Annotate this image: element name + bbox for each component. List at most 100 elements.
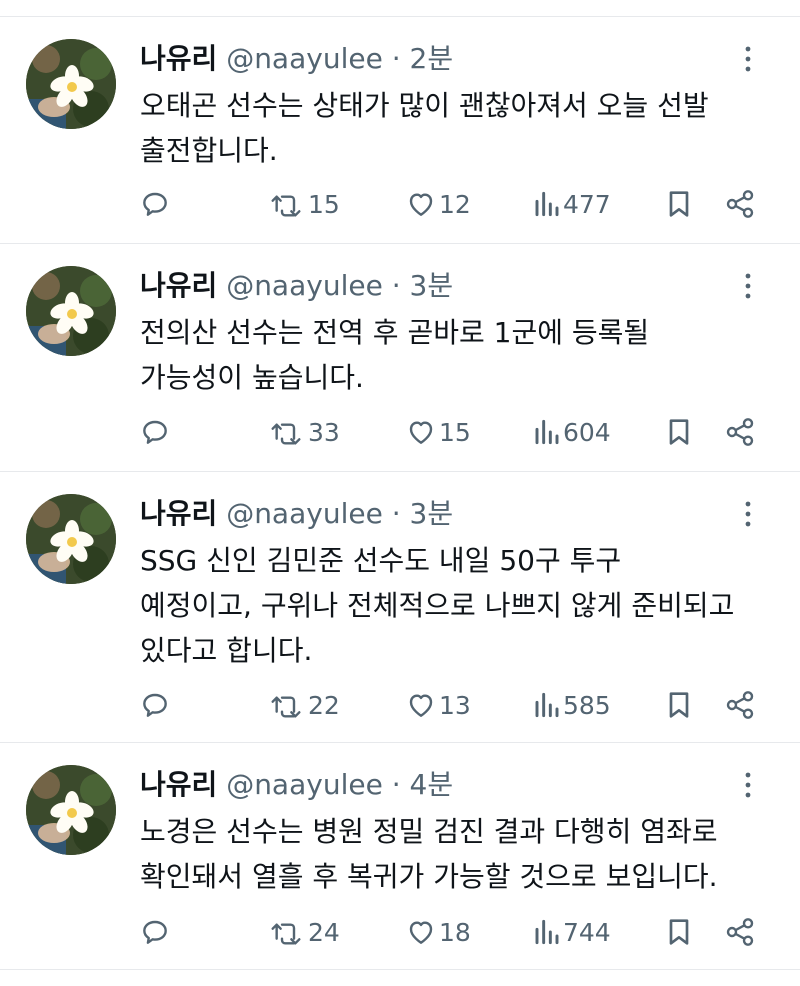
separator-dot: ·: [391, 768, 401, 801]
bookmark-button[interactable]: [664, 683, 694, 727]
more-icon[interactable]: [740, 494, 756, 534]
display-name[interactable]: 나유리: [140, 768, 217, 801]
timestamp[interactable]: 3분: [410, 269, 454, 302]
views-count: 604: [563, 417, 611, 447]
tweet-header: 나유리 @naayulee · 2분: [140, 41, 453, 77]
separator-dot: ·: [391, 269, 401, 302]
like-button[interactable]: 13: [405, 683, 471, 727]
like-button[interactable]: 18: [405, 910, 471, 954]
bookmark-button[interactable]: [664, 910, 694, 954]
retweet-count: 22: [308, 690, 340, 720]
views-icon: [535, 419, 559, 445]
tweet-header: 나유리 @naayulee · 3분: [140, 268, 453, 304]
views-icon: [535, 692, 559, 718]
like-button[interactable]: 12: [405, 182, 471, 226]
share-icon: [726, 918, 754, 946]
like-count: 13: [439, 690, 471, 720]
more-icon[interactable]: [740, 765, 756, 805]
flower-avatar-image: [26, 266, 116, 356]
tweet-text: 오태곤 선수는 상태가 많이 괜찮아져서 오늘 선발 출전합니다.: [140, 89, 709, 167]
bookmark-icon: [669, 692, 689, 718]
divider: [0, 969, 800, 970]
timestamp[interactable]: 4분: [410, 768, 454, 801]
tweet-header: 나유리 @naayulee · 4분: [140, 767, 453, 803]
display-name[interactable]: 나유리: [140, 42, 217, 75]
reply-icon: [143, 420, 167, 444]
views-button[interactable]: 604: [533, 410, 611, 454]
tweet-text: 전의산 선수는 전역 후 곧바로 1군에 등록될 가능성이 높습니다.: [140, 316, 650, 394]
tweet-actions: 33 15 604: [0, 410, 800, 454]
flower-avatar-image: [26, 494, 116, 584]
heart-icon: [409, 921, 433, 944]
reply-icon: [143, 693, 167, 717]
flower-avatar-image: [26, 39, 116, 129]
retweet-button[interactable]: 24: [270, 910, 340, 954]
share-icon: [726, 190, 754, 218]
timeline: 나유리 @naayulee · 2분 오태곤 선수는 상태가 많이 괜찮아져서 …: [0, 0, 800, 986]
like-button[interactable]: 15: [405, 410, 471, 454]
views-icon: [535, 919, 559, 945]
bookmark-icon: [669, 919, 689, 945]
tweet[interactable]: 나유리 @naayulee · 2분 오태곤 선수는 상태가 많이 괜찮아져서 …: [0, 17, 800, 243]
retweet-button[interactable]: 22: [270, 683, 340, 727]
more-icon[interactable]: [740, 266, 756, 306]
reply-button[interactable]: [139, 683, 171, 727]
reply-button[interactable]: [139, 182, 171, 226]
reply-button[interactable]: [139, 410, 171, 454]
retweet-icon: [271, 696, 301, 718]
views-count: 585: [563, 690, 611, 720]
separator-dot: ·: [391, 497, 401, 530]
reply-button[interactable]: [139, 910, 171, 954]
share-button[interactable]: [724, 683, 756, 727]
tweet[interactable]: 나유리 @naayulee · 4분 노경은 선수는 병원 정밀 검진 결과 다…: [0, 743, 800, 969]
share-button[interactable]: [724, 410, 756, 454]
retweet-icon: [271, 195, 301, 217]
tweet[interactable]: 나유리 @naayulee · 3분 SSG 신인 김민준 선수도 내일 50구…: [0, 472, 800, 742]
timestamp[interactable]: 2분: [410, 42, 454, 75]
tweet-actions: 24 18 744: [0, 910, 800, 954]
separator-dot: ·: [391, 42, 401, 75]
reply-icon: [143, 920, 167, 944]
heart-icon: [409, 421, 433, 444]
tweet-actions: 15 12 477: [0, 182, 800, 226]
retweet-count: 24: [308, 917, 340, 947]
views-count: 744: [563, 917, 611, 947]
views-button[interactable]: 477: [533, 182, 611, 226]
views-button[interactable]: 744: [533, 910, 611, 954]
bookmark-icon: [669, 191, 689, 217]
retweet-button[interactable]: 15: [270, 182, 340, 226]
heart-icon: [409, 694, 433, 717]
retweet-icon: [271, 423, 301, 445]
views-count: 477: [563, 189, 611, 219]
tweet[interactable]: 나유리 @naayulee · 3분 전의산 선수는 전역 후 곧바로 1군에 …: [0, 244, 800, 471]
bookmark-button[interactable]: [664, 182, 694, 226]
avatar[interactable]: [26, 765, 116, 855]
tweet-actions: 22 13 585: [0, 683, 800, 727]
user-handle[interactable]: @naayulee: [226, 497, 383, 530]
avatar[interactable]: [26, 266, 116, 356]
avatar[interactable]: [26, 39, 116, 129]
like-count: 15: [439, 417, 471, 447]
bookmark-button[interactable]: [664, 410, 694, 454]
views-icon: [535, 191, 559, 217]
retweet-icon: [271, 923, 301, 945]
share-icon: [726, 691, 754, 719]
heart-icon: [409, 193, 433, 216]
avatar[interactable]: [26, 494, 116, 584]
retweet-count: 33: [308, 417, 340, 447]
retweet-button[interactable]: 33: [270, 410, 340, 454]
share-button[interactable]: [724, 182, 756, 226]
display-name[interactable]: 나유리: [140, 497, 217, 530]
timestamp[interactable]: 3분: [410, 497, 454, 530]
user-handle[interactable]: @naayulee: [226, 768, 383, 801]
tweet-text: 노경은 선수는 병원 정밀 검진 결과 다행히 염좌로 확인돼서 열흘 후 복귀…: [140, 815, 718, 893]
views-button[interactable]: 585: [533, 683, 611, 727]
flower-avatar-image: [26, 765, 116, 855]
user-handle[interactable]: @naayulee: [226, 42, 383, 75]
display-name[interactable]: 나유리: [140, 269, 217, 302]
retweet-count: 15: [308, 189, 340, 219]
user-handle[interactable]: @naayulee: [226, 269, 383, 302]
more-icon[interactable]: [740, 39, 756, 79]
tweet-header: 나유리 @naayulee · 3분: [140, 496, 453, 532]
share-button[interactable]: [724, 910, 756, 954]
